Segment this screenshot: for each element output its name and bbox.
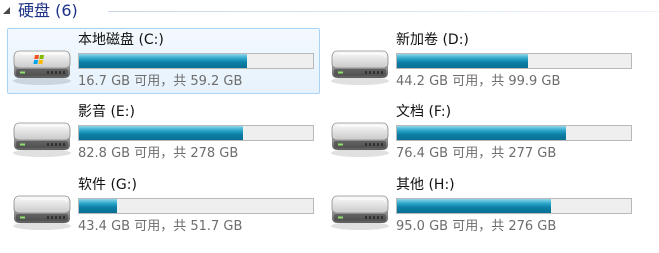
usage-bar-fill <box>79 199 117 213</box>
drive-item-f[interactable]: 文档 (F:) 76.4 GB 可用，共 277 GB <box>325 100 638 166</box>
hard-drive-icon <box>331 122 389 157</box>
drive-space-text: 76.4 GB 可用，共 277 GB <box>396 146 557 161</box>
hard-drive-icon <box>13 122 71 157</box>
usage-bar <box>78 198 314 214</box>
usage-bar <box>396 125 632 141</box>
usage-bar-fill <box>79 126 244 140</box>
drive-name: 文档 (F:) <box>396 104 452 120</box>
group-divider <box>108 11 659 12</box>
hard-drive-icon <box>13 50 71 85</box>
hard-drive-icon <box>331 195 389 230</box>
usage-bar <box>78 125 314 141</box>
drive-item-d[interactable]: 新加卷 (D:) 44.2 GB 可用，共 99.9 GB <box>325 28 638 94</box>
usage-bar <box>78 53 314 69</box>
drive-item-c[interactable]: 本地磁盘 (C:) 16.7 GB 可用，共 59.2 GB <box>7 28 320 94</box>
usage-bar-fill <box>79 54 247 68</box>
drive-item-g[interactable]: 软件 (G:) 43.4 GB 可用，共 51.7 GB <box>7 173 320 239</box>
drive-name: 其他 (H:) <box>396 177 455 193</box>
drive-name: 新加卷 (D:) <box>396 32 469 48</box>
group-title: 硬盘 (6) <box>18 1 78 20</box>
hard-drive-icon <box>13 195 71 230</box>
drive-name: 影音 (E:) <box>78 104 135 120</box>
usage-bar-fill <box>397 199 551 213</box>
usage-bar-fill <box>397 54 528 68</box>
drive-space-text: 16.7 GB 可用，共 59.2 GB <box>78 74 243 89</box>
drive-space-text: 95.0 GB 可用，共 276 GB <box>396 219 557 234</box>
collapse-arrow-icon[interactable] <box>2 6 11 15</box>
drive-item-h[interactable]: 其他 (H:) 95.0 GB 可用，共 276 GB <box>325 173 638 239</box>
drive-space-text: 43.4 GB 可用，共 51.7 GB <box>78 219 243 234</box>
drive-name: 本地磁盘 (C:) <box>78 32 164 48</box>
drive-item-e[interactable]: 影音 (E:) 82.8 GB 可用，共 278 GB <box>7 100 320 166</box>
drive-name: 软件 (G:) <box>78 177 137 193</box>
usage-bar <box>396 198 632 214</box>
usage-bar <box>396 53 632 69</box>
drives-group-header[interactable]: 硬盘 (6) <box>0 0 659 24</box>
drive-space-text: 82.8 GB 可用，共 278 GB <box>78 146 239 161</box>
hard-drive-icon <box>331 50 389 85</box>
usage-bar-fill <box>397 126 567 140</box>
drive-space-text: 44.2 GB 可用，共 99.9 GB <box>396 74 561 89</box>
